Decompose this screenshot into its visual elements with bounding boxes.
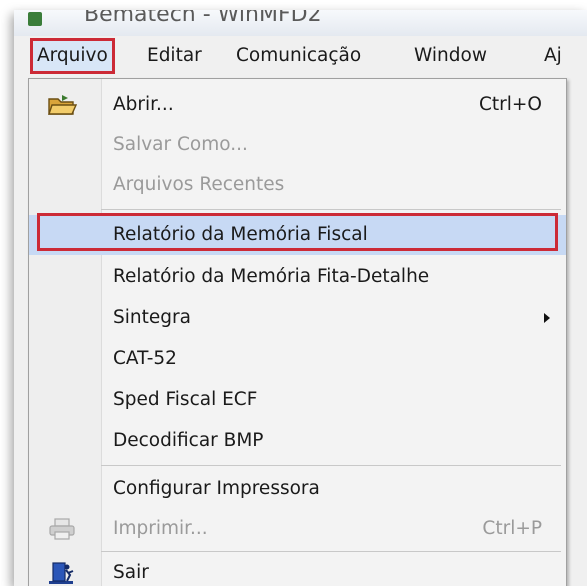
menu-window[interactable]: Window (414, 42, 487, 70)
menu-item-sair[interactable]: Sair (29, 553, 566, 586)
menu-item-label: Imprimir... (113, 518, 208, 539)
menu-item-decodificar-bmp[interactable]: Decodificar BMP (29, 421, 566, 461)
menu-item-configurar-impressora[interactable]: Configurar Impressora (29, 469, 566, 509)
menu-item-cat-52[interactable]: CAT-52 (29, 339, 566, 379)
menu-item-label: Configurar Impressora (113, 478, 320, 499)
submenu-arrow-icon (544, 313, 550, 323)
title-bar: Bematech - WinMFD2 (14, 10, 587, 36)
menu-item-label: Relatório da Memória Fiscal (113, 224, 368, 245)
menu-item-salvar-como[interactable]: Salvar Como... (29, 125, 566, 165)
open-folder-icon (47, 93, 78, 117)
menu-item-label: Sintegra (113, 307, 191, 328)
menu-item-abrir[interactable]: Abrir... Ctrl+O (29, 85, 566, 125)
exit-door-icon (47, 561, 77, 585)
menu-item-label: Salvar Como... (113, 134, 248, 155)
menu-item-imprimir[interactable]: Imprimir... Ctrl+P (29, 509, 566, 549)
menu-arquivo[interactable]: Arquivo (30, 38, 115, 74)
arquivo-dropdown-menu: Abrir... Ctrl+O Salvar Como... Arquivos … (28, 78, 567, 586)
menu-bar: Arquivo Editar Comunicação Window Aj (14, 36, 587, 76)
menu-separator (101, 551, 561, 552)
menu-item-label: Arquivos Recentes (113, 174, 285, 195)
menu-item-label: Sped Fiscal ECF (113, 389, 258, 410)
menu-item-label: Abrir... (113, 94, 174, 115)
menu-item-label: Relatório da Memória Fita-Detalhe (113, 266, 430, 287)
menu-item-relatorio-memoria-fiscal[interactable]: Relatório da Memória Fiscal (29, 213, 566, 255)
menu-item-arquivos-recentes[interactable]: Arquivos Recentes (29, 165, 566, 205)
menu-separator (101, 465, 561, 466)
menu-item-sintegra[interactable]: Sintegra (29, 298, 566, 338)
menu-item-label: Decodificar BMP (113, 430, 264, 451)
menu-separator (101, 209, 561, 210)
shortcut-text: Ctrl+O (479, 94, 542, 115)
menu-item-sped-fiscal-ecf[interactable]: Sped Fiscal ECF (29, 380, 566, 420)
menu-ajuda[interactable]: Aj (544, 42, 562, 70)
printer-icon (47, 517, 77, 541)
menu-item-relatorio-fita-detalhe[interactable]: Relatório da Memória Fita-Detalhe (29, 257, 566, 297)
menu-item-label: Sair (113, 562, 149, 583)
application-window: Bematech - WinMFD2 Arquivo Editar Comuni… (14, 10, 587, 586)
window-title: Bematech - WinMFD2 (84, 10, 322, 27)
app-icon (28, 12, 42, 26)
menu-comunicacao[interactable]: Comunicação (236, 42, 361, 70)
shortcut-text: Ctrl+P (482, 518, 542, 539)
menu-editar[interactable]: Editar (147, 42, 202, 70)
menu-item-label: CAT-52 (113, 348, 177, 369)
